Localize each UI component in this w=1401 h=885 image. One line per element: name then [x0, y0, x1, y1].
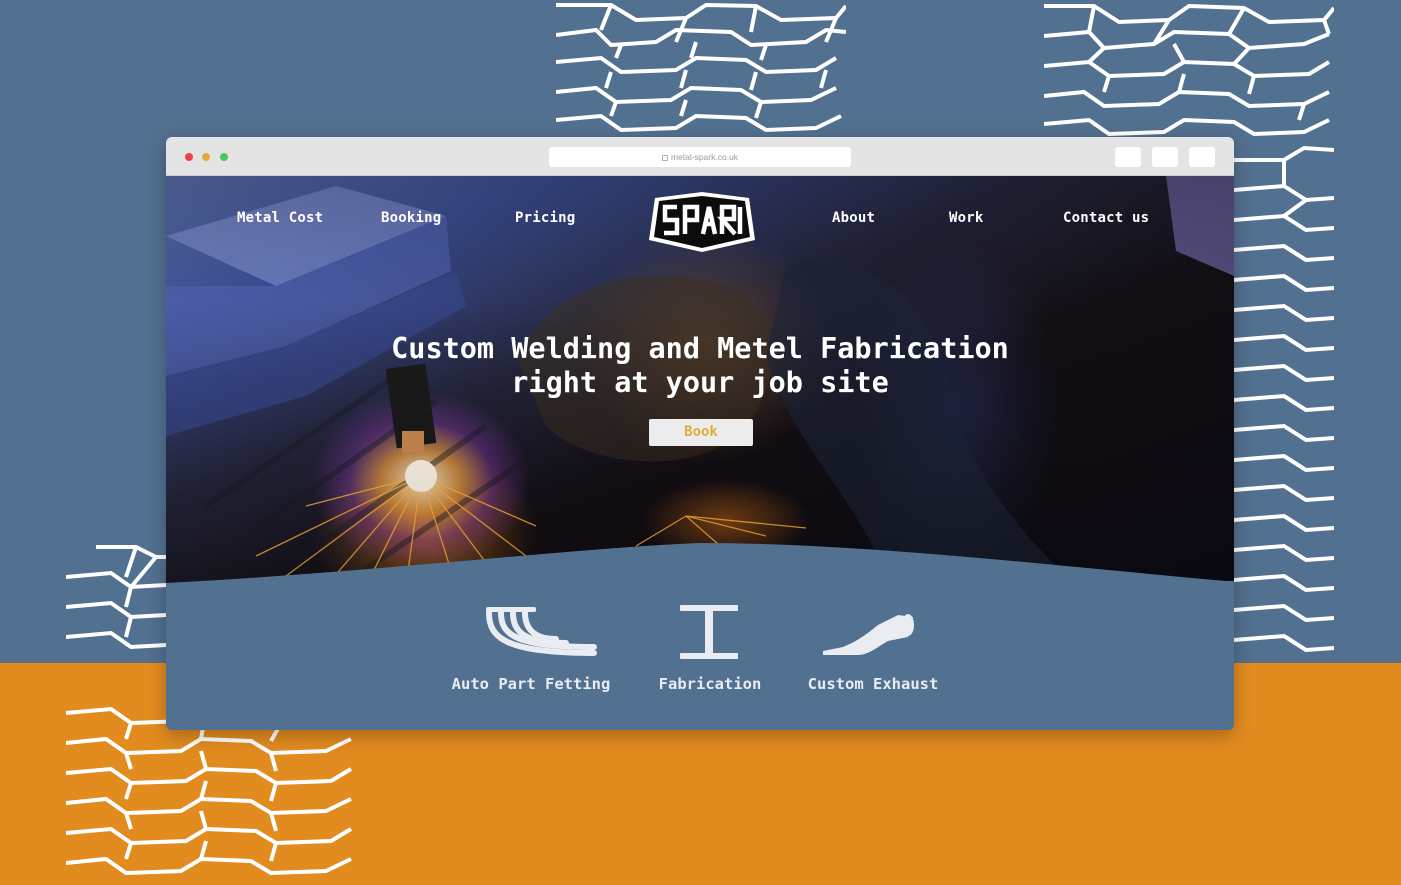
service-auto-part[interactable]: Auto Part Fetting	[446, 603, 616, 693]
hero-headline: Custom Welding and Metel Fabrication rig…	[316, 332, 1084, 400]
i-beam-icon	[680, 605, 738, 659]
logo-icon	[649, 192, 755, 252]
hex-pattern-top-center	[556, 0, 846, 140]
nav-link-booking[interactable]: Booking	[381, 210, 441, 226]
spark-logo[interactable]	[645, 190, 759, 256]
toolbar-button-1[interactable]	[1115, 147, 1141, 167]
nav-link-pricing[interactable]: Pricing	[515, 210, 575, 226]
book-button[interactable]: Book	[649, 419, 753, 446]
exhaust-pipe-icon	[823, 614, 914, 655]
maximize-window-button[interactable]	[220, 153, 228, 161]
hero-headline-line-1: Custom Welding and Metel Fabrication	[391, 332, 1009, 365]
nav-link-work[interactable]: Work	[949, 210, 984, 226]
minimize-window-button[interactable]	[202, 153, 210, 161]
service-label-fabrication: Fabrication	[658, 675, 762, 693]
hero-section: Metal Cost Booking Pricing About Work Co…	[166, 176, 1234, 592]
close-window-button[interactable]	[185, 153, 193, 161]
service-label-auto-part: Auto Part Fetting	[451, 675, 611, 693]
nav-link-about[interactable]: About	[832, 210, 875, 226]
exhaust-manifold-icon	[486, 607, 597, 656]
service-fabrication[interactable]: Fabrication	[650, 603, 770, 693]
address-bar-url: metal-spark.co.uk	[670, 152, 739, 162]
nav-link-contact-us[interactable]: Contact us	[1063, 210, 1149, 226]
service-custom-exhaust[interactable]: Custom Exhaust	[798, 603, 948, 693]
browser-toolbar: metal-spark.co.uk	[166, 137, 1234, 176]
browser-window: metal-spark.co.uk Metal Cost Booking Pri…	[166, 137, 1234, 730]
service-label-custom-exhaust: Custom Exhaust	[807, 675, 939, 693]
toolbar-button-2[interactable]	[1152, 147, 1178, 167]
address-bar[interactable]: metal-spark.co.uk	[549, 147, 851, 167]
hero-headline-line-2: right at your job site	[511, 366, 889, 399]
hero-bottom-curve	[166, 543, 1234, 597]
toolbar-button-3[interactable]	[1189, 147, 1215, 167]
lock-icon	[661, 155, 668, 161]
nav-link-metal-cost[interactable]: Metal Cost	[237, 210, 323, 226]
